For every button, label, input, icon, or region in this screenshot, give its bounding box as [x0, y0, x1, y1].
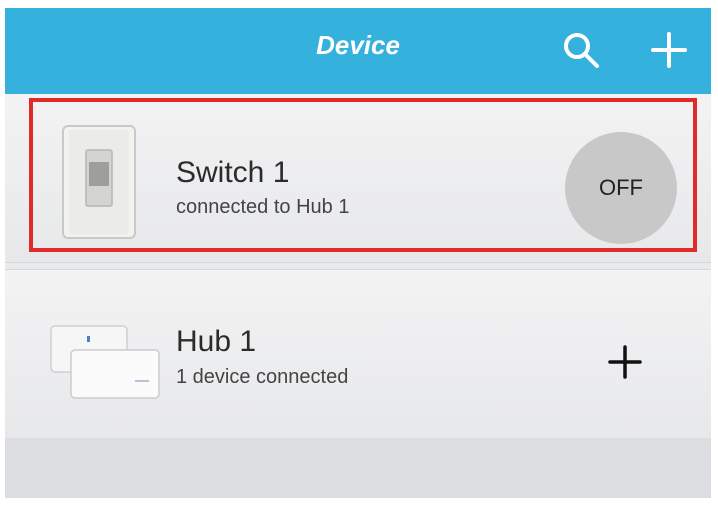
hub-icon: [45, 322, 161, 402]
divider: [5, 262, 711, 263]
list-footer: [5, 438, 711, 498]
device-row-switch-1[interactable]: Switch 1 connected to Hub 1 OFF: [5, 94, 711, 262]
plus-icon: [651, 32, 687, 68]
page-title: Device: [316, 30, 400, 60]
search-button[interactable]: [557, 26, 605, 74]
device-screen: Device Switch 1 connected to Hub 1 OFF H…: [5, 8, 711, 498]
add-device-button[interactable]: [645, 26, 693, 74]
app-header: Device: [5, 8, 711, 94]
plus-icon: [608, 345, 642, 379]
search-icon: [564, 33, 599, 68]
device-row-hub-1[interactable]: Hub 1 1 device connected: [5, 270, 711, 438]
device-name: Hub 1: [176, 325, 257, 358]
add-to-hub-button[interactable]: [601, 338, 649, 386]
selection-highlight: [29, 98, 697, 252]
device-status: 1 device connected: [176, 366, 349, 388]
